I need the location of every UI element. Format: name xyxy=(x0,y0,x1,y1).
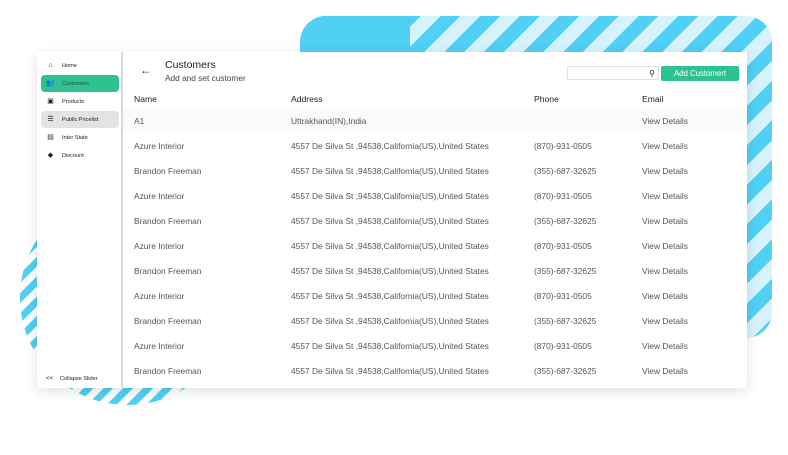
table-header-row: Name Address Phone Email xyxy=(123,90,745,108)
table-row[interactable]: Brandon Freeman 4557 De Silva St ,94538,… xyxy=(123,208,745,233)
double-chevron-left-icon: << xyxy=(45,376,53,382)
cell-name: Brandon Freeman xyxy=(134,315,202,326)
search-input[interactable] xyxy=(568,67,646,79)
cell-address: 4557 De Silva St ,94538,California(US),U… xyxy=(291,140,489,151)
table-row[interactable]: Azure Interior 4557 De Silva St ,94538,C… xyxy=(123,233,745,258)
cell-name: Azure Interior xyxy=(134,290,185,301)
collapse-slider-label: Collapse Slider xyxy=(60,376,98,382)
add-customer-button[interactable]: Add Customert xyxy=(661,66,739,81)
column-header-name: Name xyxy=(134,94,157,104)
table-row[interactable]: Brandon Freeman 4557 De Silva St ,94538,… xyxy=(123,308,745,333)
book-icon: ▤ xyxy=(47,134,54,141)
table-row[interactable]: Azure Interior 4557 De Silva St ,94538,C… xyxy=(123,283,745,308)
view-details-link[interactable]: View Details xyxy=(642,108,745,133)
users-icon: 👥 xyxy=(46,80,55,87)
table-row[interactable]: Brandon Freeman 4557 De Silva St ,94538,… xyxy=(123,258,745,283)
view-details-link[interactable]: View Details xyxy=(642,308,745,333)
sidebar-item-label: Products xyxy=(62,98,85,105)
table-row[interactable]: A1 Uttrakhand(IN),India View Details xyxy=(123,108,745,133)
search-box: ⚲ xyxy=(567,66,659,80)
table-row[interactable]: Azure Interior 4557 De Silva St ,94538,C… xyxy=(123,183,745,208)
cell-phone xyxy=(534,108,642,133)
cell-phone: (355)-687-32625 xyxy=(534,365,597,376)
table-row[interactable]: Azure Interior 4557 De Silva St ,94538,C… xyxy=(123,333,745,358)
cell-name: Brandon Freeman xyxy=(134,365,202,376)
cell-address: 4557 De Silva St ,94538,California(US),U… xyxy=(291,190,489,201)
column-header-email: Email xyxy=(642,94,664,104)
page-header: ← Customers Add and set customer ⚲ Add C… xyxy=(123,52,747,90)
cell-address: 4557 De Silva St ,94538,California(US),U… xyxy=(291,340,489,351)
sidebar: ⌂ Home 👥 Customers ▣ Products ☰ Public P… xyxy=(37,52,123,388)
sidebar-item-label: Home xyxy=(62,62,77,69)
sidebar-item-discount[interactable]: ◆ Discount xyxy=(41,147,119,164)
list-icon: ☰ xyxy=(47,116,54,123)
tag-icon: ◆ xyxy=(47,152,54,159)
cell-name: Azure Interior xyxy=(134,340,185,351)
home-icon: ⌂ xyxy=(48,62,53,69)
page-subtitle: Add and set customer xyxy=(165,73,246,83)
cell-name: Brandon Freeman xyxy=(134,215,202,226)
column-header-phone: Phone xyxy=(534,94,559,104)
cell-address: 4557 De Silva St ,94538,California(US),U… xyxy=(291,365,489,376)
sidebar-item-label: Inter State xyxy=(62,134,88,141)
cell-address: Uttrakhand(IN),India xyxy=(291,108,534,133)
sidebar-item-label: Customers xyxy=(62,80,90,87)
column-header-address: Address xyxy=(291,94,323,104)
cell-name: Azure Interior xyxy=(134,140,185,151)
back-arrow-icon[interactable]: ← xyxy=(140,63,152,77)
view-details-link[interactable]: View Details xyxy=(642,183,745,208)
table-row[interactable]: Brandon Freeman 4557 De Silva St ,94538,… xyxy=(123,358,745,383)
sidebar-item-label: Public Pricelist xyxy=(62,116,99,123)
sidebar-item-inter-state[interactable]: ▤ Inter State xyxy=(41,129,119,146)
app-window: ⌂ Home 👥 Customers ▣ Products ☰ Public P… xyxy=(37,52,747,388)
sidebar-item-public-pricelist[interactable]: ☰ Public Pricelist xyxy=(41,111,119,128)
cell-phone: (355)-687-32625 xyxy=(534,265,597,276)
view-details-link[interactable]: View Details xyxy=(642,258,745,283)
cell-name: A1 xyxy=(123,108,291,133)
table-row[interactable]: Brandon Freeman 4557 De Silva St ,94538,… xyxy=(123,158,745,183)
cell-phone: (870)-931-0505 xyxy=(534,240,592,251)
cell-address: 4557 De Silva St ,94538,California(US),U… xyxy=(291,165,489,176)
main-content: ← Customers Add and set customer ⚲ Add C… xyxy=(123,52,747,388)
cell-phone: (870)-931-0505 xyxy=(534,140,592,151)
cell-address: 4557 De Silva St ,94538,California(US),U… xyxy=(291,315,489,326)
view-details-link[interactable]: View Details xyxy=(642,233,745,258)
cell-name: Azure Interior xyxy=(134,240,185,251)
view-details-link[interactable]: View Details xyxy=(642,208,745,233)
collapse-slider-button[interactable]: << Collapse Slider xyxy=(45,376,98,382)
cell-address: 4557 De Silva St ,94538,California(US),U… xyxy=(291,240,489,251)
cell-address: 4557 De Silva St ,94538,California(US),U… xyxy=(291,290,489,301)
cell-address: 4557 De Silva St ,94538,California(US),U… xyxy=(291,265,489,276)
search-icon[interactable]: ⚲ xyxy=(646,69,658,78)
cell-phone: (355)-687-32625 xyxy=(534,315,597,326)
cell-phone: (355)-687-32625 xyxy=(534,165,597,176)
sidebar-item-products[interactable]: ▣ Products xyxy=(41,93,119,110)
cell-phone: (870)-931-0505 xyxy=(534,290,592,301)
view-details-link[interactable]: View Details xyxy=(642,283,745,308)
sidebar-item-home[interactable]: ⌂ Home xyxy=(41,57,119,74)
cell-phone: (870)-931-0505 xyxy=(534,190,592,201)
cell-name: Brandon Freeman xyxy=(134,265,202,276)
sidebar-item-customers[interactable]: 👥 Customers xyxy=(41,75,119,92)
view-details-link[interactable]: View Details xyxy=(642,133,745,158)
cell-address: 4557 De Silva St ,94538,California(US),U… xyxy=(291,215,489,226)
cell-phone: (870)-931-0505 xyxy=(534,340,592,351)
sidebar-item-label: Discount xyxy=(62,152,84,159)
page-title: Customers xyxy=(165,59,216,71)
view-details-link[interactable]: View Details xyxy=(642,333,745,358)
cell-phone: (355)-687-32625 xyxy=(534,215,597,226)
customers-table: Name Address Phone Email A1 Uttrakhand(I… xyxy=(123,90,745,383)
cell-name: Azure Interior xyxy=(134,190,185,201)
table-body: A1 Uttrakhand(IN),India View Details Azu… xyxy=(123,108,745,383)
cell-name: Brandon Freeman xyxy=(134,165,202,176)
table-row[interactable]: Azure Interior 4557 De Silva St ,94538,C… xyxy=(123,133,745,158)
box-icon: ▣ xyxy=(47,98,54,105)
view-details-link[interactable]: View Details xyxy=(642,158,745,183)
view-details-link[interactable]: View Details xyxy=(642,358,745,383)
